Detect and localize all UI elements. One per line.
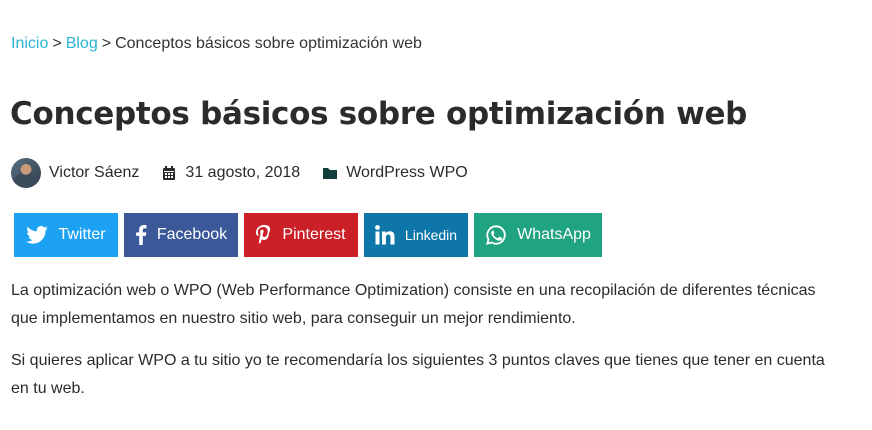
share-facebook-button[interactable]: Facebook xyxy=(124,213,238,257)
post-date-text: 31 agosto, 2018 xyxy=(185,164,301,181)
linkedin-icon xyxy=(375,225,395,245)
author-link[interactable]: Victor Sáenz xyxy=(49,164,139,182)
post-author: Victor Sáenz xyxy=(11,158,139,188)
paragraph-line: que implementamos en nuestro sitio web, … xyxy=(11,310,576,327)
share-linkedin-label: Linkedin xyxy=(404,227,458,243)
share-pinterest-button[interactable]: Pinterest xyxy=(244,213,358,257)
content-paragraph: La optimización web o WPO (Web Performan… xyxy=(11,277,861,333)
post-category: WordPress WPO xyxy=(322,164,468,182)
avatar[interactable] xyxy=(11,158,41,188)
breadcrumb-separator: > xyxy=(101,35,112,52)
share-twitter-button[interactable]: Twitter xyxy=(14,213,118,257)
calendar-icon xyxy=(161,165,177,181)
share-whatsapp-label: WhatsApp xyxy=(517,226,591,243)
share-pinterest-label: Pinterest xyxy=(282,226,346,243)
breadcrumb-current: Conceptos básicos sobre optimización web xyxy=(115,35,422,52)
breadcrumb-separator: > xyxy=(52,35,62,52)
share-facebook-label: Facebook xyxy=(156,226,228,243)
paragraph-line: La optimización web o WPO (Web Performan… xyxy=(11,282,816,299)
paragraph-line: en tu web. xyxy=(11,380,85,397)
share-twitter-label: Twitter xyxy=(58,226,106,243)
pinterest-icon xyxy=(256,225,271,244)
paragraph-line: Si quieres aplicar WPO a tu sitio yo te … xyxy=(11,352,825,369)
breadcrumb: Inicio > Blog > Conceptos básicos sobre opti… xyxy=(11,34,422,54)
post-meta: Victor Sáenz 31 agosto, 2018 WordPress W… xyxy=(11,158,468,188)
share-whatsapp-button[interactable]: WhatsApp xyxy=(474,213,602,257)
content-paragraph: Si quieres aplicar WPO a tu sitio yo te … xyxy=(11,347,861,403)
category-link[interactable]: WordPress WPO xyxy=(346,164,468,182)
page-title: Conceptos básicos sobre optimización web xyxy=(10,96,748,132)
share-linkedin-button[interactable]: Linkedin xyxy=(364,213,468,257)
post-date: 31 agosto, 2018 xyxy=(161,164,300,182)
folder-icon xyxy=(322,165,338,181)
share-buttons: Twitter Facebook Pinterest Linkedin What… xyxy=(14,213,602,257)
whatsapp-icon xyxy=(486,225,506,246)
breadcrumb-blog-link[interactable]: Blog xyxy=(66,35,98,52)
breadcrumb-home-link[interactable]: Inicio xyxy=(11,35,48,52)
twitter-icon xyxy=(26,226,49,244)
facebook-icon xyxy=(136,225,147,245)
